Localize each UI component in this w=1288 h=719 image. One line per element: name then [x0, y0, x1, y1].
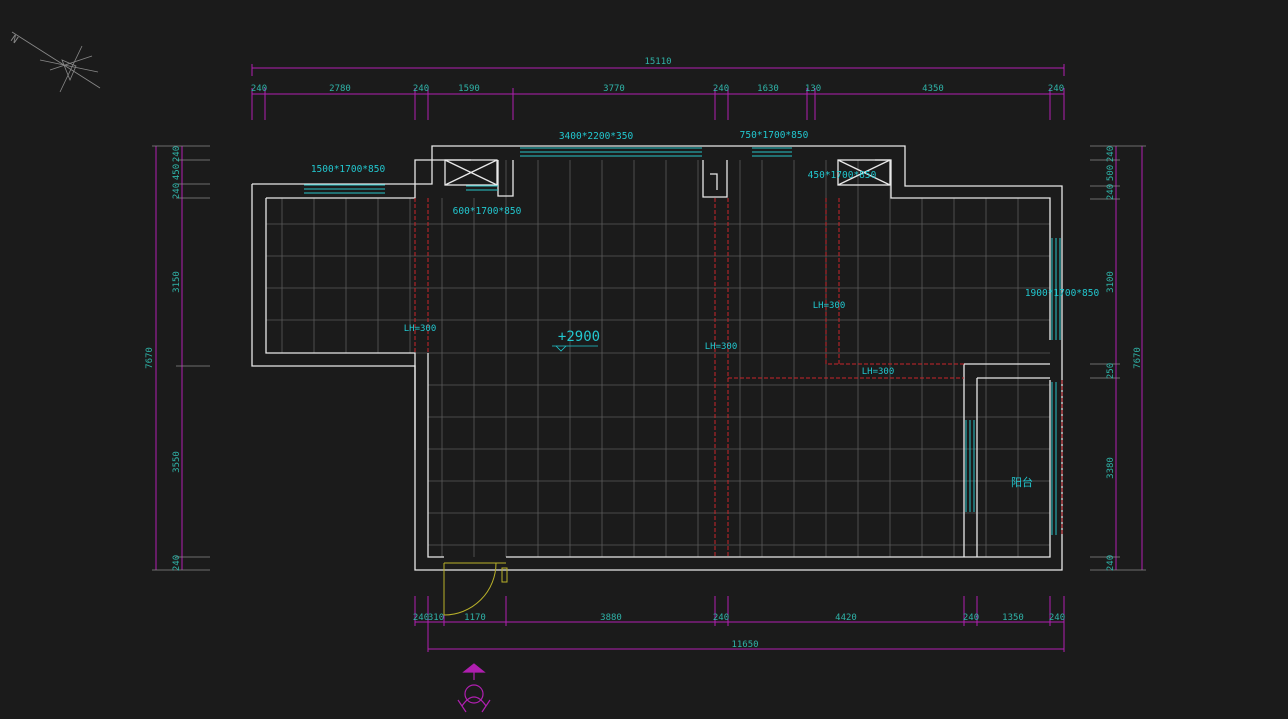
windows [304, 147, 1061, 535]
dim-bottom-5: 4420 [835, 613, 857, 623]
beam-label-4: LH=300 [862, 367, 895, 377]
window-spec-1: 1500*1700*850 [311, 164, 386, 175]
dim-bottom-0: 240 [413, 613, 429, 623]
svg-text:N: N [8, 34, 19, 46]
entrance-marker-icon [457, 663, 491, 713]
floor-plan-drawing: N 15110 240 2780 240 1590 3770 240 1630 … [8, 31, 1146, 713]
dim-bottom-6: 240 [963, 613, 979, 623]
dim-left-3: 3150 [172, 271, 182, 293]
dim-right-0: 240 [1106, 146, 1116, 162]
dim-right-1: 500 [1106, 165, 1116, 181]
dim-top-8: 4350 [922, 84, 944, 94]
dim-top-9: 240 [1048, 84, 1064, 94]
elevation-label: +2900 [558, 329, 600, 345]
dim-left-5: 240 [172, 555, 182, 571]
room-label-balcony: 阳台 [1011, 475, 1033, 489]
dim-top-5: 240 [713, 84, 729, 94]
dim-left-4: 3550 [172, 451, 182, 473]
dim-bottom-7: 1350 [1002, 613, 1024, 623]
beam-label-1: LH=300 [404, 324, 437, 334]
dim-top-6: 1630 [757, 84, 779, 94]
dim-bottom-2: 1170 [464, 613, 486, 623]
right-dimension-chain: 7670 240 500 240 3100 250 3380 240 [1090, 145, 1146, 571]
dim-left-2: 240 [172, 183, 182, 199]
window-spec-2: 3400*2200*350 [559, 131, 634, 142]
dim-bottom-3: 3880 [600, 613, 622, 623]
dim-left-overall: 7670 [145, 347, 155, 369]
window-spec-3: 750*1700*850 [740, 130, 809, 141]
dim-bottom-overall: 11650 [731, 640, 758, 650]
entrance-door [443, 562, 508, 616]
dim-right-3: 3100 [1106, 271, 1116, 293]
dim-right-overall: 7670 [1133, 347, 1143, 369]
window-spec-4: 450*1700*850 [808, 170, 877, 181]
dim-bottom-4: 240 [713, 613, 729, 623]
elevation-marker: +2900 [552, 329, 600, 352]
compass-icon: N [8, 31, 101, 93]
dim-bottom-8: 240 [1049, 613, 1065, 623]
dim-top-0: 240 [251, 84, 267, 94]
top-dimension-chain: 15110 240 2780 240 1590 3770 240 1630 13… [251, 57, 1065, 120]
dim-bottom-1: 310 [428, 613, 444, 623]
dim-right-2: 240 [1106, 184, 1116, 200]
left-dimension-chain: 7670 240 450 240 3150 3550 240 [145, 145, 210, 571]
walls [251, 145, 1063, 571]
dim-right-4: 250 [1106, 363, 1116, 379]
beam-label-2: LH=300 [705, 342, 738, 352]
dim-top-1: 2780 [329, 84, 351, 94]
dim-right-5: 3380 [1106, 457, 1116, 479]
dim-top-7: 130 [805, 84, 821, 94]
beam-lines [414, 198, 1063, 557]
dim-top-overall: 15110 [644, 57, 671, 67]
floor-tile-grid [266, 160, 1050, 557]
bottom-dimension-chain: 240 310 1170 3880 240 4420 240 1350 240 … [413, 596, 1065, 652]
dim-top-3: 1590 [458, 84, 480, 94]
dim-top-4: 3770 [603, 84, 625, 94]
dim-right-6: 240 [1106, 555, 1116, 571]
dim-left-0: 240 [172, 146, 182, 162]
beam-label-3: LH=300 [813, 301, 846, 311]
dim-left-1: 450 [172, 164, 182, 180]
dim-top-2: 240 [413, 84, 429, 94]
window-spec-5: 600*1700*850 [453, 206, 522, 217]
window-spec-6: 1900*1700*850 [1025, 288, 1100, 299]
